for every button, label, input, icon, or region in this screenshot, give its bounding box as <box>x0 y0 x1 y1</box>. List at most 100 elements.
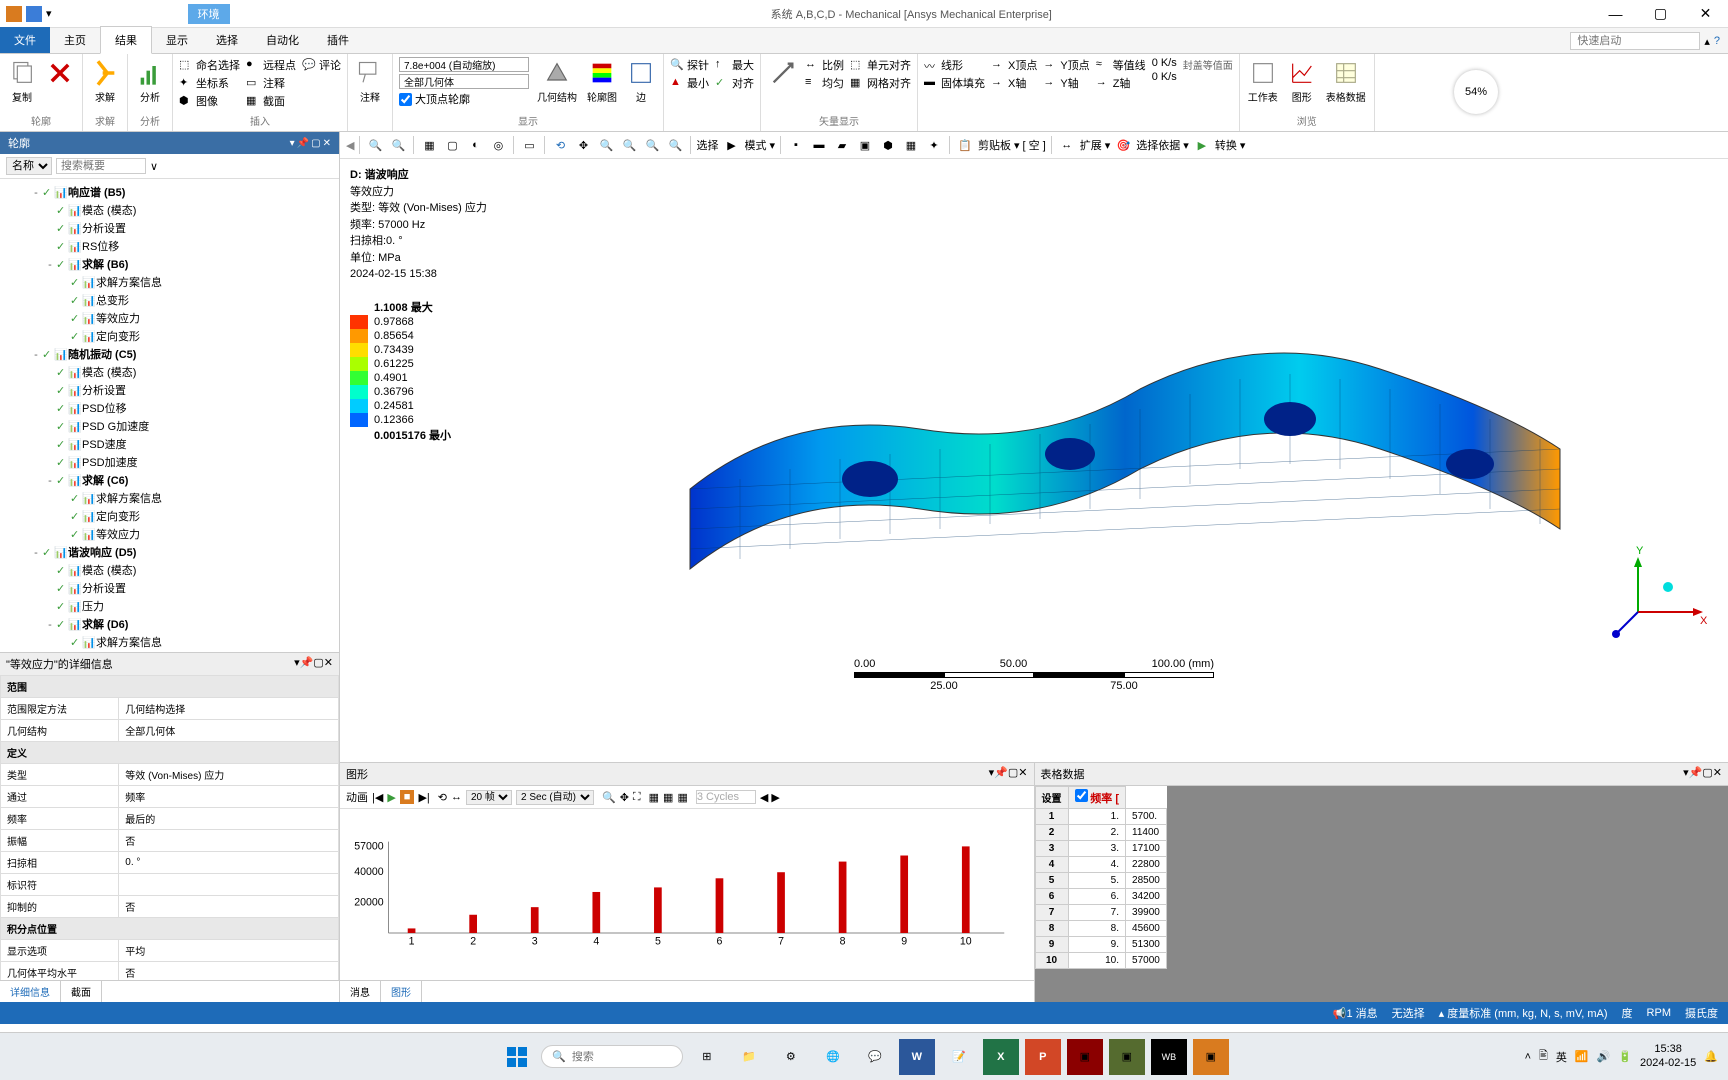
notepad-icon[interactable]: 📝 <box>941 1039 977 1075</box>
vertex-outline-check[interactable] <box>399 93 412 106</box>
tray-batt-icon[interactable]: 🔋 <box>1618 1050 1632 1063</box>
tab-result[interactable]: 结果 <box>100 26 152 54</box>
zoom-sel-icon[interactable]: 🔍 <box>665 135 685 155</box>
annotation-button[interactable]: 注释 <box>354 57 386 106</box>
chart-opt1-icon[interactable]: ▦ <box>649 791 659 804</box>
tree-node[interactable]: ✓📊PSD G加速度 <box>2 417 337 435</box>
analysis-button[interactable]: 分析 <box>134 57 166 106</box>
chart-nav-icon[interactable]: ◀ ▶ <box>760 791 780 804</box>
mesh-icon[interactable]: ◎ <box>488 135 508 155</box>
sel-elem-icon[interactable]: ▦ <box>901 135 921 155</box>
nav-back-icon[interactable]: ◀ <box>346 139 354 152</box>
tree-node[interactable]: ✓📊分析设置 <box>2 219 337 237</box>
quick-launch-input[interactable] <box>1570 32 1700 50</box>
maximize-icon[interactable]: ▢ <box>311 138 320 149</box>
help-icon[interactable]: ? <box>1714 35 1720 47</box>
settings-icon[interactable]: ⚙ <box>773 1039 809 1075</box>
extend-icon[interactable]: ↔ <box>1057 135 1077 155</box>
outline-tree[interactable]: -✓📊响应谱 (B5)✓📊模态 (模态)✓📊分析设置✓📊RS位移-✓📊求解 (B… <box>0 179 339 652</box>
time-select[interactable]: 2 Sec (自动) <box>516 790 594 805</box>
sel-vert-icon[interactable]: ▪ <box>786 135 806 155</box>
geom-button[interactable]: 几何结构 <box>535 57 579 106</box>
tab-home[interactable]: 主页 <box>50 27 100 53</box>
tray-lang-icon[interactable]: 🖹 <box>1539 1047 1548 1066</box>
tree-node[interactable]: ✓📊等效应力 <box>2 525 337 543</box>
tree-node[interactable]: -✓📊求解 (B6) <box>2 255 337 273</box>
tree-node[interactable]: ✓📊RS位移 <box>2 237 337 255</box>
vector-button[interactable] <box>767 57 799 89</box>
box-select-icon[interactable]: ▭ <box>519 135 539 155</box>
tab-msg[interactable]: 消息 <box>340 981 381 1002</box>
copy-button[interactable]: 复制 <box>6 57 38 106</box>
edge-icon[interactable]: 🌐 <box>815 1039 851 1075</box>
save-icon[interactable] <box>26 6 42 22</box>
wb-icon[interactable]: WB <box>1151 1039 1187 1075</box>
tabledata-button[interactable]: 表格数据 <box>1324 57 1368 106</box>
scale-input[interactable] <box>399 57 529 72</box>
tree-node[interactable]: -✓📊谐波响应 (D5) <box>2 543 337 561</box>
tree-node[interactable]: -✓📊响应谱 (B5) <box>2 183 337 201</box>
tree-node[interactable]: ✓📊求解方案信息 <box>2 489 337 507</box>
zoom-box-icon[interactable]: 🔍 <box>619 135 639 155</box>
cursor-icon[interactable]: ▶ <box>721 135 741 155</box>
tree-node[interactable]: ✓📊模态 (模态) <box>2 561 337 579</box>
view-cube-icon[interactable]: ▦ <box>419 135 439 155</box>
tree-node[interactable]: -✓📊求解 (D6) <box>2 615 337 633</box>
sel-body-icon[interactable]: ▣ <box>855 135 875 155</box>
search-dropdown-icon[interactable]: ∨ <box>150 160 158 173</box>
shade-icon[interactable]: ◐ <box>465 135 485 155</box>
viewport-canvas[interactable]: D: 谐波响应 等效应力 类型: 等效 (Von-Mises) 应力 频率: 5… <box>340 159 1728 762</box>
app2-icon[interactable]: ▣ <box>1109 1039 1145 1075</box>
tree-node[interactable]: ✓📊PSD位移 <box>2 399 337 417</box>
excel-icon[interactable]: X <box>983 1039 1019 1075</box>
convert-icon[interactable]: ▶ <box>1192 135 1212 155</box>
tree-node[interactable]: ✓📊分析设置 <box>2 579 337 597</box>
tree-node[interactable]: ✓📊压力 <box>2 597 337 615</box>
explorer-icon[interactable]: 📁 <box>731 1039 767 1075</box>
maximize-button[interactable]: ▢ <box>1638 0 1683 28</box>
sel-node-icon[interactable]: ⬢ <box>878 135 898 155</box>
wechat-icon[interactable]: 💬 <box>857 1039 893 1075</box>
tray-vol-icon[interactable]: 🔊 <box>1597 1050 1611 1063</box>
tab-plugin[interactable]: 插件 <box>313 27 363 53</box>
app1-icon[interactable]: ▣ <box>1067 1039 1103 1075</box>
chart-pan-icon[interactable]: ✥ <box>620 791 629 804</box>
tree-node[interactable]: ✓📊求解方案信息 <box>2 633 337 651</box>
sel-coord-icon[interactable]: ✦ <box>924 135 944 155</box>
zoom-in-icon[interactable]: 🔍 <box>388 135 408 155</box>
edge-button[interactable]: 边 <box>625 57 657 106</box>
delete-button[interactable] <box>44 57 76 89</box>
tree-node[interactable]: ✓📊定向变形 <box>2 507 337 525</box>
tree-node[interactable]: ✓📊总变形 <box>2 291 337 309</box>
tab-file[interactable]: 文件 <box>0 27 50 53</box>
solve-button[interactable]: 求解 <box>89 57 121 106</box>
close-button[interactable]: ✕ <box>1683 0 1728 28</box>
start-icon[interactable] <box>499 1039 535 1075</box>
tab-section[interactable]: 截面 <box>61 981 102 1002</box>
msg-count[interactable]: 📢1 消息 <box>1333 1005 1378 1021</box>
tree-node[interactable]: ✓📊PSD加速度 <box>2 453 337 471</box>
cycles-input[interactable] <box>696 790 756 804</box>
worksheet-button[interactable]: 工作表 <box>1246 57 1280 106</box>
chart-fit-icon[interactable]: ⛶ <box>633 791 641 804</box>
anim-next-icon[interactable]: ▶| <box>418 791 429 804</box>
qat-dropdown-icon[interactable]: ▾ <box>46 7 52 20</box>
data-table[interactable]: 设置 频率 [ 11.5700.22.1140033.1710044.22800… <box>1035 786 1167 969</box>
tab-details[interactable]: 详细信息 <box>0 981 61 1002</box>
chart-zoom-icon[interactable]: 🔍 <box>602 791 616 804</box>
tray-up-icon[interactable]: ˄ <box>1525 1051 1531 1063</box>
tray-wifi-icon[interactable]: 📶 <box>1575 1050 1589 1063</box>
tab-display[interactable]: 显示 <box>152 27 202 53</box>
geom-input[interactable] <box>399 74 529 89</box>
loop-icon[interactable]: ⟲ <box>438 791 447 804</box>
frames-select[interactable]: 20 帧 <box>466 790 512 805</box>
sel-face-icon[interactable]: ▰ <box>832 135 852 155</box>
bounce-icon[interactable]: ↔ <box>451 791 462 803</box>
ribbon-collapse-icon[interactable]: ▴ <box>1704 35 1710 48</box>
ansys-icon[interactable]: ▣ <box>1193 1039 1229 1075</box>
tree-search-input[interactable] <box>56 158 146 174</box>
tree-node[interactable]: ✓📊PSD速度 <box>2 435 337 453</box>
tree-node[interactable]: ✓📊等效应力 <box>2 309 337 327</box>
task-view-icon[interactable]: ⊞ <box>689 1039 725 1075</box>
tab-select[interactable]: 选择 <box>202 27 252 53</box>
